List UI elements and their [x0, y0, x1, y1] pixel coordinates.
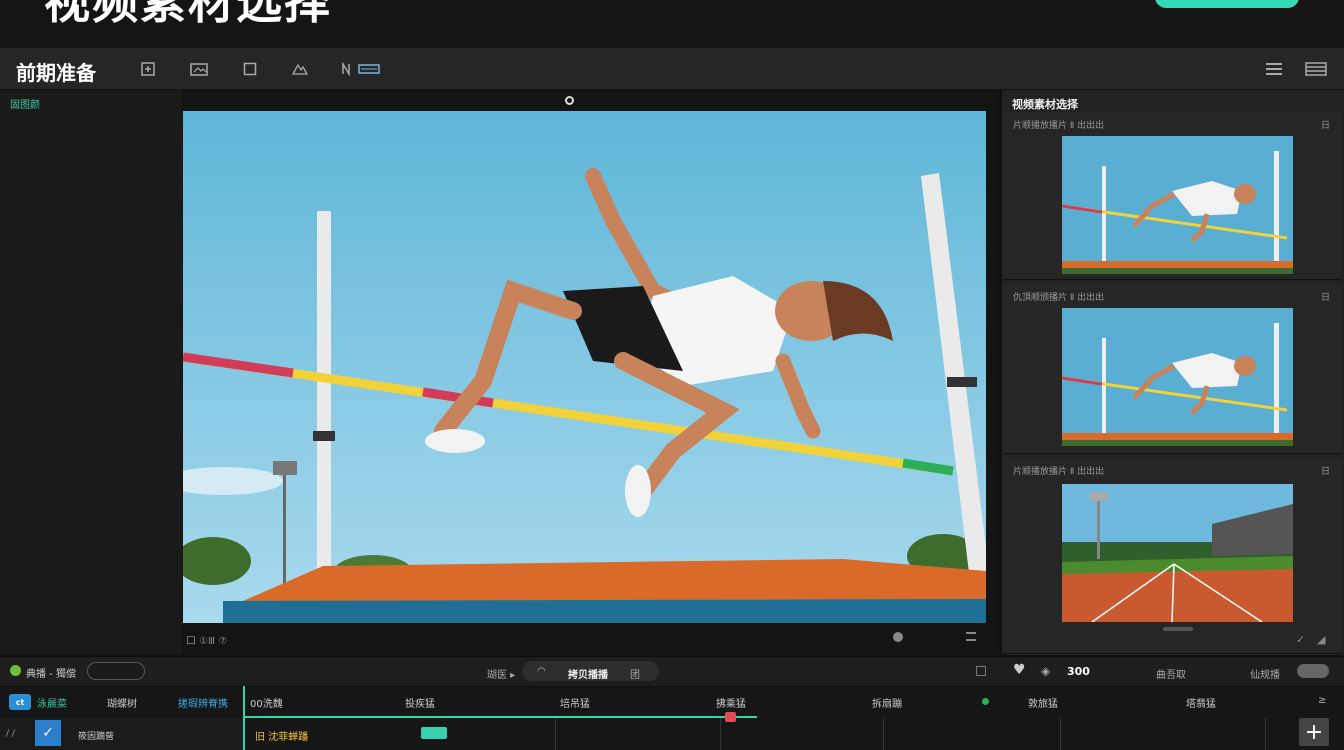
toolbar-title: 前期准备	[16, 61, 96, 85]
timeline-progress-line	[245, 716, 757, 718]
media-bin-panel	[0, 90, 182, 655]
timeline-ruler-label: 敦旅猛	[1028, 699, 1058, 710]
timeline-gridline	[555, 718, 556, 750]
timeline-marker[interactable]	[725, 712, 736, 722]
track-lock-icon[interactable]: / /	[6, 729, 15, 739]
loop-icon[interactable]: ◠	[537, 666, 546, 677]
timeline-header-label: 瑚蝶树	[107, 699, 137, 710]
media-bin-label: 固图颜	[10, 100, 40, 111]
banner-title: 视频素材选择	[44, 0, 332, 29]
clip-thumbnail[interactable]	[1062, 136, 1293, 274]
timeline-ruler-label: 00洗魏	[250, 699, 283, 710]
timeline-ruler-label: 拂乘猛	[716, 699, 746, 710]
clip-thumbnail[interactable]	[1062, 308, 1293, 446]
clip-list-title: 视频素材选择	[1012, 98, 1078, 111]
clip-meta: 片顺播放播片 Ⅱ 出出出	[1013, 467, 1105, 477]
import-icon[interactable]	[139, 59, 157, 79]
playhead[interactable]	[243, 686, 245, 750]
playback-label: 拷贝播播	[568, 670, 608, 681]
timeline-gridline	[720, 718, 721, 750]
timecode-input[interactable]	[87, 662, 145, 680]
app-logo-icon: ct	[9, 694, 31, 710]
clip-menu-icon[interactable]: 日	[1321, 118, 1330, 131]
clip-item[interactable]: 仇頂顺颁播片 Ⅱ 出出出 日	[1003, 284, 1342, 454]
transport-mid-label: 瑚医 ▸	[487, 670, 516, 681]
timeline-clip[interactable]	[421, 727, 447, 739]
clip-meta: 片顺播放播片 Ⅱ 出出出	[1013, 121, 1105, 131]
menu-icon[interactable]	[966, 632, 976, 641]
export-icon[interactable]	[340, 59, 382, 79]
transport-bar	[0, 656, 1344, 686]
transport-right-label-1[interactable]: 曲吾取	[1156, 666, 1186, 681]
viewer-caption: 口 ①Ⅲ ⑦	[186, 636, 228, 647]
timeline-ruler-label: 塔翡猛	[1186, 699, 1216, 710]
clip-item[interactable]: 片顺播放播片 Ⅱ 出出出 日	[1003, 112, 1342, 280]
timeline-gridline	[1060, 718, 1061, 750]
timeline-scroll-icon[interactable]: ≥	[1318, 695, 1326, 706]
record-indicator-icon	[565, 96, 574, 105]
preview-frame[interactable]	[183, 111, 986, 623]
zoom-value: 300	[1067, 665, 1090, 678]
snap-toggle[interactable]	[1297, 664, 1329, 678]
toolbar: 前期准备	[0, 48, 1344, 90]
track-enable-checkbox[interactable]: ✓	[35, 720, 61, 746]
crop-icon[interactable]	[242, 59, 258, 79]
playback-end-label: 团	[630, 670, 640, 681]
banner-action-button[interactable]	[1155, 0, 1299, 8]
heart-icon[interactable]: ♥	[1013, 662, 1026, 678]
clip-list-scrollbar[interactable]	[1163, 627, 1193, 631]
top-banner: 视频素材选择	[0, 0, 1344, 48]
transport-mode-label: 典播 - 獨偿	[26, 669, 76, 680]
expand-icon[interactable]: ◢	[1317, 633, 1325, 646]
check-icon[interactable]: ✓	[1296, 633, 1305, 646]
clip-thumbnail[interactable]	[1062, 484, 1293, 622]
clip-label: 旧 沈菲蝉蹯	[255, 732, 309, 743]
timeline-header-label: 泳晨菜	[37, 699, 67, 710]
clip-meta: 仇頂顺颁播片 Ⅱ 出出出	[1013, 293, 1105, 303]
timeline-ruler-label: 投疾猛	[405, 699, 435, 710]
track-name: 筱固蹢蒈	[78, 732, 115, 742]
clip-menu-icon[interactable]: 日	[1321, 464, 1330, 477]
timeline-indicator-icon	[982, 698, 989, 705]
fullscreen-icon[interactable]	[976, 666, 986, 676]
status-dot-icon	[10, 665, 21, 676]
clip-item[interactable]: 片顺播放播片 Ⅱ 出出出 日	[1003, 458, 1342, 654]
list-view-icon[interactable]	[1264, 59, 1284, 79]
add-track-button[interactable]: +	[1299, 718, 1329, 746]
timeline-ruler-label: 培吊猛	[560, 699, 590, 710]
timeline-gridline	[883, 718, 884, 750]
color-picker-icon[interactable]	[893, 632, 903, 642]
timeline-ruler-label: 拆扇蹦	[872, 699, 902, 710]
clip-menu-icon[interactable]: 日	[1321, 290, 1330, 303]
gallery-icon[interactable]	[189, 59, 209, 79]
shield-icon[interactable]: ◈	[1041, 664, 1050, 678]
panel-toggle-icon[interactable]	[1304, 59, 1328, 79]
timeline-header-label: 搓瑕辨脊携	[178, 699, 228, 710]
transport-right-label-2[interactable]: 仙规播	[1250, 666, 1280, 681]
timeline-gridline	[1265, 718, 1266, 750]
layers-icon[interactable]	[290, 59, 310, 79]
